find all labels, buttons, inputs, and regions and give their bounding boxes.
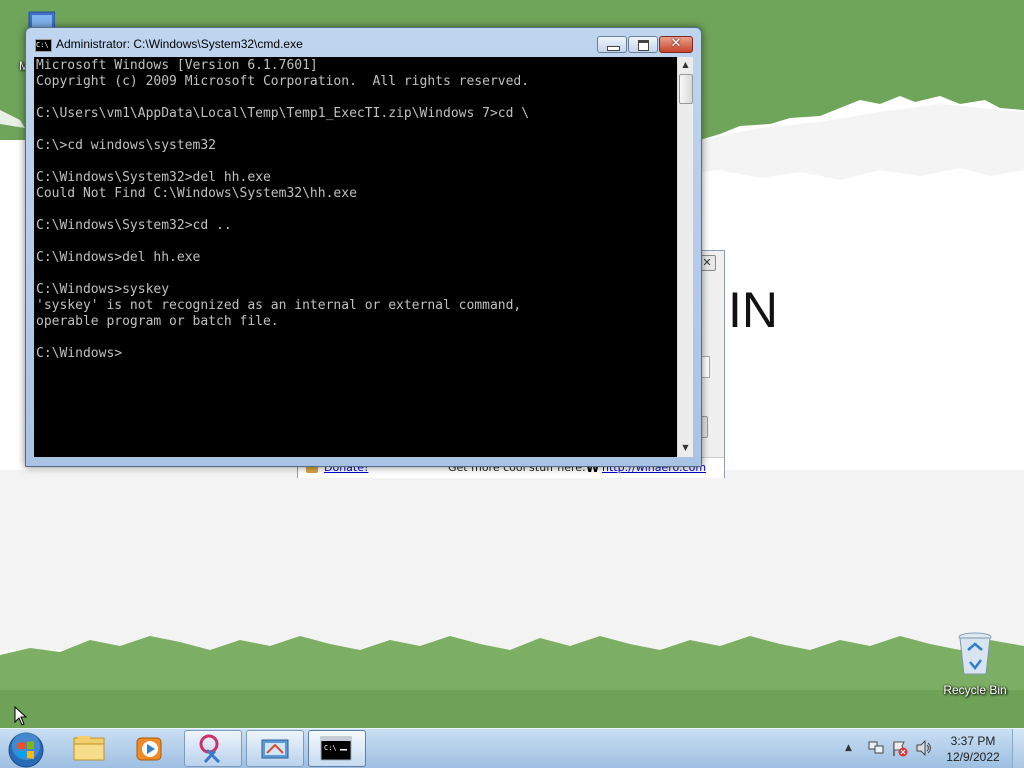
maximize-icon: [638, 40, 649, 51]
console-line: C:\Windows>: [36, 346, 123, 361]
media-player-icon: [136, 737, 162, 761]
cmd-window-title: Administrator: C:\Windows\System32\cmd.e…: [56, 37, 303, 51]
scrollbar-thumb[interactable]: [679, 74, 693, 104]
volume-icon[interactable]: [915, 740, 933, 756]
close-button[interactable]: ✕: [659, 36, 693, 53]
console-line: 'syskey' is not recognized as an interna…: [36, 298, 522, 313]
console-line: Could Not Find C:\Windows\System32\hh.ex…: [36, 186, 357, 201]
cmd-title-bar[interactable]: C:\ Administrator: C:\Windows\System32\c…: [26, 28, 701, 58]
console-line: C:\Windows>syskey: [36, 282, 170, 297]
console-line: C:\Windows\System32>cd ..: [36, 218, 232, 233]
clock-date: 12/9/2022: [946, 750, 1000, 764]
cmd-icon: C:\: [320, 736, 352, 761]
svg-text:C:\: C:\: [324, 744, 337, 752]
scroll-down-arrow-icon[interactable]: ▼: [678, 440, 693, 456]
recycle-bin-icon: [958, 632, 992, 675]
network-icon[interactable]: [867, 740, 885, 756]
taskbar-clock[interactable]: 3:37 PM 12/9/2022: [940, 733, 1006, 765]
taskbar-control-panel[interactable]: [246, 730, 304, 767]
show-hidden-icons-button[interactable]: ▲: [845, 743, 852, 753]
console-output[interactable]: Microsoft Windows [Version 6.1.7601] Copy…: [34, 57, 677, 457]
action-center-flag-icon[interactable]: [891, 740, 909, 758]
taskbar-explorer[interactable]: [60, 730, 118, 767]
console-line: C:\Windows\System32>del hh.exe: [36, 170, 271, 185]
minimize-icon: [607, 46, 620, 51]
taskbar-media-player[interactable]: [122, 730, 180, 767]
desktop-icon-recycle-bin[interactable]: Recycle Bin: [940, 630, 1010, 697]
windows-start-orb-icon: [8, 732, 44, 768]
scroll-up-arrow-icon[interactable]: ▲: [678, 57, 693, 73]
close-icon: ✕: [670, 36, 682, 51]
folder-icon: [73, 736, 105, 761]
taskbar-cmd[interactable]: C:\: [308, 730, 366, 767]
minimize-button[interactable]: [597, 36, 627, 53]
desktop-icon-label: Recycle Bin: [943, 683, 1007, 697]
console-line: C:\Windows>del hh.exe: [36, 250, 201, 265]
maximize-button[interactable]: [628, 36, 658, 53]
taskbar: C:\ ▲ 3:37 PM 12/9/2022: [0, 728, 1024, 768]
start-button[interactable]: [6, 731, 46, 768]
clock-time: 3:37 PM: [950, 734, 996, 748]
background-window-heading: IN: [728, 282, 778, 338]
console-line: Copyright (c) 2009 Microsoft Corporation…: [36, 74, 530, 89]
cmd-window[interactable]: C:\ Administrator: C:\Windows\System32\c…: [25, 27, 702, 467]
console-line: Microsoft Windows [Version 6.1.7601]: [36, 58, 318, 73]
taskbar-snipping-tool[interactable]: [184, 730, 242, 767]
console-scrollbar[interactable]: ▲ ▼: [677, 57, 693, 457]
show-desktop-button[interactable]: [1012, 729, 1024, 768]
control-panel-icon: [261, 739, 289, 759]
snipping-tool-icon: [199, 734, 221, 764]
mouse-cursor-icon: [14, 706, 28, 726]
console-line: C:\>cd windows\system32: [36, 138, 217, 153]
console-line: C:\Users\vm1\AppData\Local\Temp\Temp1_Ex…: [36, 106, 530, 121]
cmd-app-icon[interactable]: C:\: [35, 39, 52, 52]
console-line: operable program or batch file.: [36, 314, 279, 329]
